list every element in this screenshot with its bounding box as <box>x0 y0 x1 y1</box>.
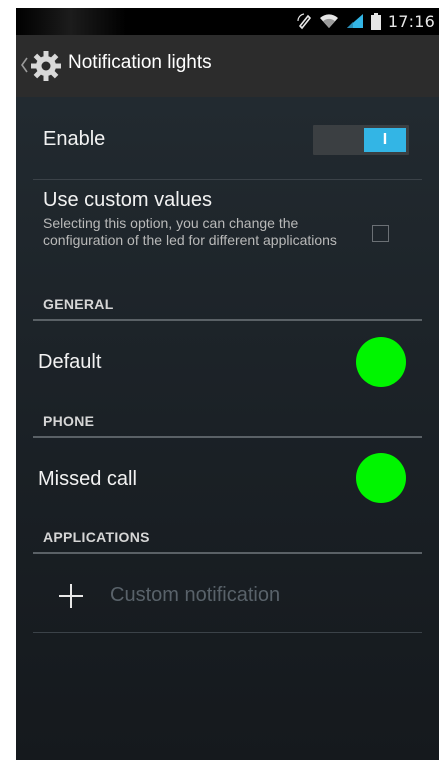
led-item-label: Missed call <box>38 468 137 490</box>
custom-values-title: Use custom values <box>43 189 212 211</box>
section-header-phone: PHONE <box>43 413 95 429</box>
add-custom-notification-row[interactable]: Custom notification <box>16 554 439 632</box>
custom-values-summary: Selecting this option, you can change th… <box>43 215 337 248</box>
up-button[interactable] <box>16 35 66 97</box>
led-color-swatch <box>356 453 406 503</box>
switch-on-text: I <box>382 131 388 148</box>
led-item-missed-call[interactable]: Missed call <box>16 438 439 522</box>
rotation-lock-icon <box>297 13 311 30</box>
enable-label: Enable <box>43 128 106 150</box>
divider <box>33 632 422 633</box>
section-header-general: GENERAL <box>43 296 114 312</box>
page-title: Notification lights <box>68 52 212 73</box>
custom-values-checkbox[interactable] <box>372 225 389 242</box>
signal-icon <box>346 14 363 28</box>
led-item-label: Default <box>38 351 102 373</box>
status-bar-glow <box>16 8 126 35</box>
switch-thumb: I <box>364 128 406 152</box>
led-item-default[interactable]: Default <box>16 321 439 405</box>
wifi-icon <box>319 14 338 28</box>
enable-row[interactable]: Enable I <box>16 97 439 179</box>
enable-switch[interactable]: I <box>313 125 409 155</box>
settings-list: Enable I Use custom values Selecting thi… <box>16 97 439 760</box>
add-custom-notification-label: Custom notification <box>110 584 281 606</box>
status-time: 17:16 <box>387 11 435 31</box>
chevron-left-icon <box>21 57 28 73</box>
action-bar: Notification lights <box>16 35 439 98</box>
gear-icon <box>31 51 61 81</box>
battery-icon <box>370 12 381 30</box>
plus-icon <box>59 584 83 608</box>
phone-screen: 17:16 Notification lights Enable I Use c… <box>16 8 439 760</box>
led-color-swatch <box>356 337 406 387</box>
status-bar: 17:16 <box>16 8 439 35</box>
status-icons: 17:16 <box>296 10 435 32</box>
section-header-applications: APPLICATIONS <box>43 529 150 545</box>
